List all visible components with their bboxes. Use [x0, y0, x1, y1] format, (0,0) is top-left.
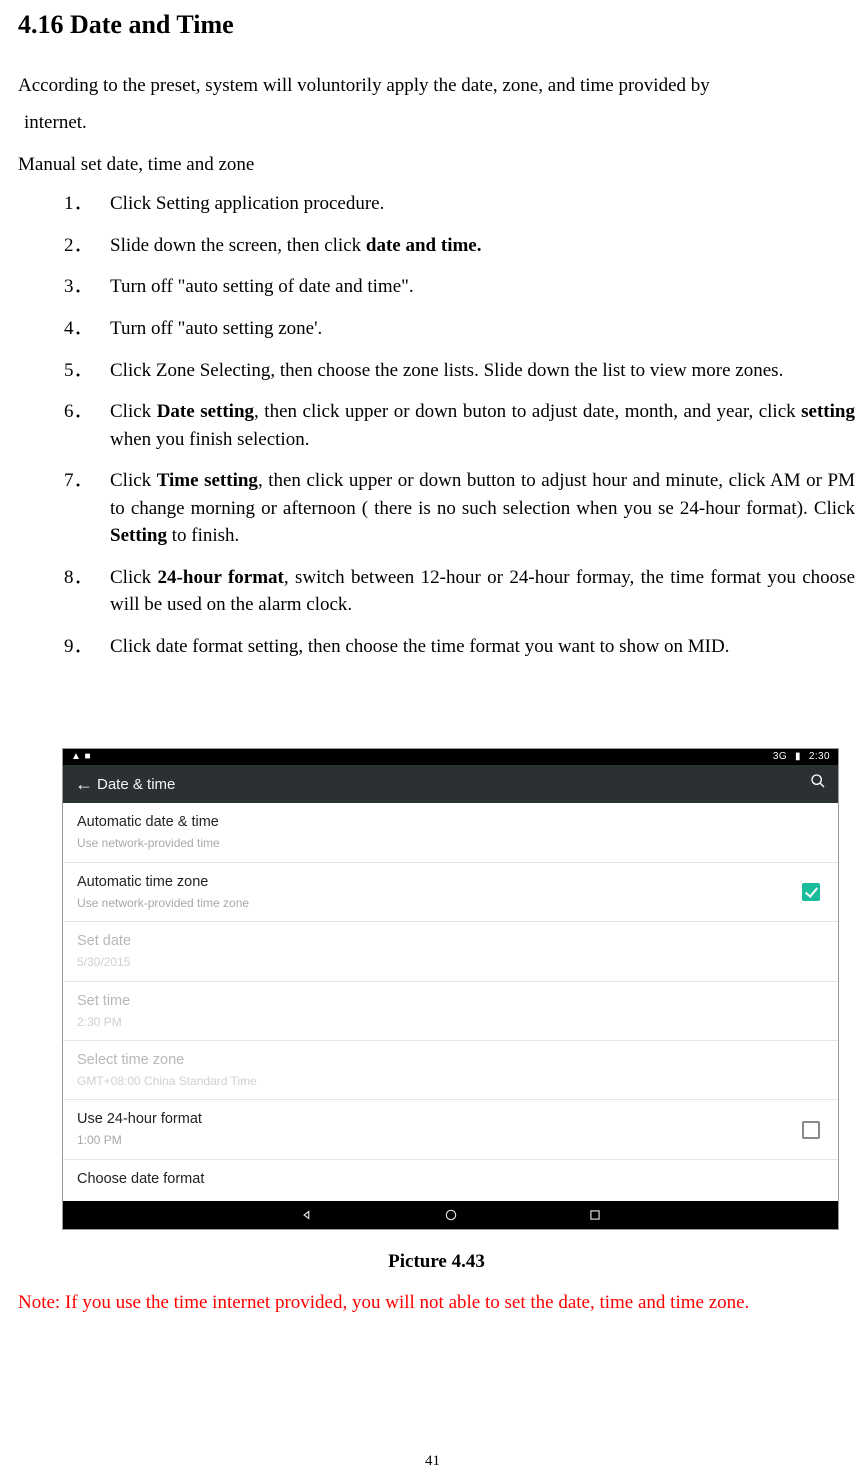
screenshot-figure: ▲ ■ 3G ▮ 2:30 ← Date & time Automatic da…: [62, 748, 839, 1229]
step-6: 6． Click Date setting, then click upper …: [64, 398, 855, 453]
step-text: , then click upper or down buton to adju…: [254, 401, 801, 422]
row-title: Automatic date & time: [77, 812, 820, 833]
checkbox-checked-icon[interactable]: [802, 883, 820, 901]
row-title: Set date: [77, 931, 820, 952]
step-text: Click Setting application procedure.: [110, 193, 384, 214]
step-text: Click Zone Selecting, then choose the zo…: [110, 360, 783, 381]
row-title: Select time zone: [77, 1050, 820, 1071]
row-24-hour-format[interactable]: Use 24-hour format 1:00 PM: [63, 1100, 838, 1159]
status-time: 2:30: [809, 750, 830, 765]
row-subtitle: GMT+08:00 China Standard Time: [77, 1073, 820, 1090]
row-subtitle: 1:00 PM: [77, 1132, 802, 1149]
intro-paragraph-line1: According to the preset, system will vol…: [18, 72, 855, 100]
step-number: 1．: [64, 190, 93, 218]
search-icon[interactable]: [810, 773, 826, 796]
checkbox-unchecked-icon[interactable]: [802, 1121, 820, 1139]
row-title: Choose date format: [77, 1169, 820, 1190]
note-text: Note: If you use the time internet provi…: [18, 1289, 855, 1317]
figure-caption: Picture 4.43: [18, 1248, 855, 1276]
intro-paragraph-line2: internet.: [18, 109, 855, 137]
step-text: Slide down the screen, then click: [110, 235, 366, 256]
status-bar: ▲ ■ 3G ▮ 2:30: [63, 749, 838, 765]
row-subtitle: Use network-provided time zone: [77, 895, 802, 912]
battery-icon: ▮: [795, 750, 801, 765]
step-1: 1． Click Setting application procedure.: [64, 190, 855, 218]
step-text: Click: [110, 401, 157, 422]
row-auto-date-time[interactable]: Automatic date & time Use network-provid…: [63, 803, 838, 862]
row-select-time-zone: Select time zone GMT+08:00 China Standar…: [63, 1041, 838, 1100]
row-set-time: Set time 2:30 PM: [63, 982, 838, 1041]
step-number: 2．: [64, 232, 93, 260]
step-3: 3． Turn off "auto setting of date and ti…: [64, 273, 855, 301]
step-number: 7．: [64, 467, 93, 495]
nav-recent-icon[interactable]: [588, 1208, 602, 1222]
signal-3g-icon: 3G: [773, 750, 787, 765]
nav-home-icon[interactable]: [444, 1208, 458, 1222]
section-heading: 4.16 Date and Time: [18, 6, 855, 44]
steps-list: 1． Click Setting application procedure. …: [18, 190, 855, 660]
step-text: to finish.: [167, 525, 239, 546]
row-title: Set time: [77, 991, 820, 1012]
step-bold: 24-hour format: [158, 567, 284, 588]
back-arrow-icon[interactable]: ←: [75, 771, 97, 797]
row-auto-time-zone[interactable]: Automatic time zone Use network-provided…: [63, 863, 838, 922]
row-choose-date-format[interactable]: Choose date format: [63, 1160, 838, 1201]
step-text: Click date format setting, then choose t…: [110, 636, 730, 657]
step-8: 8． Click 24-hour format, switch between …: [64, 564, 855, 619]
step-number: 9．: [64, 633, 93, 661]
step-bold: setting: [801, 401, 855, 422]
step-5: 5． Click Zone Selecting, then choose the…: [64, 357, 855, 385]
row-title: Use 24-hour format: [77, 1109, 802, 1130]
appbar-title: Date & time: [97, 774, 175, 796]
step-text: Turn off "auto setting of date and time"…: [110, 276, 414, 297]
row-subtitle: 5/30/2015: [77, 954, 820, 971]
page-number: 41: [0, 1451, 865, 1473]
status-left-icons: ▲ ■: [71, 750, 91, 765]
manual-subheading: Manual set date, time and zone: [18, 151, 855, 179]
step-text: Click: [110, 567, 158, 588]
step-number: 3．: [64, 273, 93, 301]
row-set-date: Set date 5/30/2015: [63, 922, 838, 981]
step-7: 7． Click Time setting, then click upper …: [64, 467, 855, 550]
row-subtitle: Use network-provided time: [77, 835, 820, 852]
step-text: Turn off "auto setting zone'.: [110, 318, 322, 339]
nav-back-icon[interactable]: [300, 1208, 314, 1222]
step-number: 5．: [64, 357, 93, 385]
step-number: 4．: [64, 315, 93, 343]
step-2: 2． Slide down the screen, then click dat…: [64, 232, 855, 260]
step-9: 9． Click date format setting, then choos…: [64, 633, 855, 661]
row-subtitle: 2:30 PM: [77, 1014, 820, 1031]
step-text: when you finish selection.: [110, 429, 309, 450]
step-bold: Setting: [110, 525, 167, 546]
step-4: 4． Turn off "auto setting zone'.: [64, 315, 855, 343]
step-bold: date and time.: [366, 235, 482, 256]
android-screenshot: ▲ ■ 3G ▮ 2:30 ← Date & time Automatic da…: [62, 748, 839, 1229]
step-bold: Time setting: [157, 470, 258, 491]
step-number: 6．: [64, 398, 93, 426]
step-number: 8．: [64, 564, 93, 592]
app-bar: ← Date & time: [63, 765, 838, 803]
nav-bar: [63, 1201, 838, 1229]
step-bold: Date setting: [157, 401, 254, 422]
row-title: Automatic time zone: [77, 872, 802, 893]
step-text: Click: [110, 470, 157, 491]
